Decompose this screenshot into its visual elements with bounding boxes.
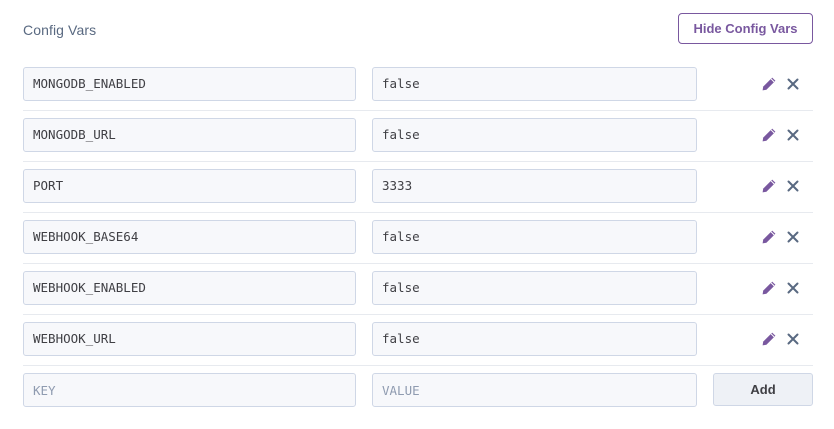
config-var-value[interactable]: false bbox=[372, 67, 697, 101]
row-actions bbox=[761, 330, 801, 348]
config-var-value[interactable]: 3333 bbox=[372, 169, 697, 203]
new-value-input[interactable] bbox=[372, 373, 697, 407]
pencil-icon[interactable] bbox=[761, 127, 777, 143]
new-key-input[interactable] bbox=[23, 373, 356, 407]
row-actions bbox=[761, 279, 801, 297]
config-var-row: WEBHOOK_BASE64 false bbox=[23, 213, 813, 264]
config-var-key[interactable]: WEBHOOK_ENABLED bbox=[23, 271, 356, 305]
hide-config-vars-button[interactable]: Hide Config Vars bbox=[678, 13, 813, 44]
config-vars-panel: Config Vars Hide Config Vars MONGODB_ENA… bbox=[23, 0, 813, 417]
config-var-value[interactable]: false bbox=[372, 322, 697, 356]
config-var-row: PORT 3333 bbox=[23, 162, 813, 213]
pencil-icon[interactable] bbox=[761, 76, 777, 92]
config-var-key[interactable]: MONGODB_ENABLED bbox=[23, 67, 356, 101]
config-vars-list: MONGODB_ENABLED false MONGODB_URL false bbox=[23, 60, 813, 417]
row-actions bbox=[761, 75, 801, 93]
config-var-value[interactable]: false bbox=[372, 220, 697, 254]
close-icon[interactable] bbox=[785, 76, 801, 92]
config-var-key[interactable]: PORT bbox=[23, 169, 356, 203]
add-button[interactable]: Add bbox=[713, 373, 813, 406]
section-title: Config Vars bbox=[23, 22, 97, 38]
config-vars-header: Config Vars Hide Config Vars bbox=[23, 0, 813, 60]
config-var-row: MONGODB_ENABLED false bbox=[23, 60, 813, 111]
pencil-icon[interactable] bbox=[761, 178, 777, 194]
pencil-icon[interactable] bbox=[761, 280, 777, 296]
close-icon[interactable] bbox=[785, 229, 801, 245]
config-var-row: WEBHOOK_ENABLED false bbox=[23, 264, 813, 315]
row-actions bbox=[761, 228, 801, 246]
config-var-value[interactable]: false bbox=[372, 271, 697, 305]
config-var-key[interactable]: MONGODB_URL bbox=[23, 118, 356, 152]
config-var-row: MONGODB_URL false bbox=[23, 111, 813, 162]
config-var-key[interactable]: WEBHOOK_URL bbox=[23, 322, 356, 356]
pencil-icon[interactable] bbox=[761, 331, 777, 347]
close-icon[interactable] bbox=[785, 178, 801, 194]
close-icon[interactable] bbox=[785, 331, 801, 347]
close-icon[interactable] bbox=[785, 280, 801, 296]
pencil-icon[interactable] bbox=[761, 229, 777, 245]
row-actions bbox=[761, 126, 801, 144]
new-config-var-row: Add bbox=[23, 366, 813, 417]
row-actions bbox=[761, 177, 801, 195]
config-var-key[interactable]: WEBHOOK_BASE64 bbox=[23, 220, 356, 254]
config-var-row: WEBHOOK_URL false bbox=[23, 315, 813, 366]
close-icon[interactable] bbox=[785, 127, 801, 143]
config-var-value[interactable]: false bbox=[372, 118, 697, 152]
